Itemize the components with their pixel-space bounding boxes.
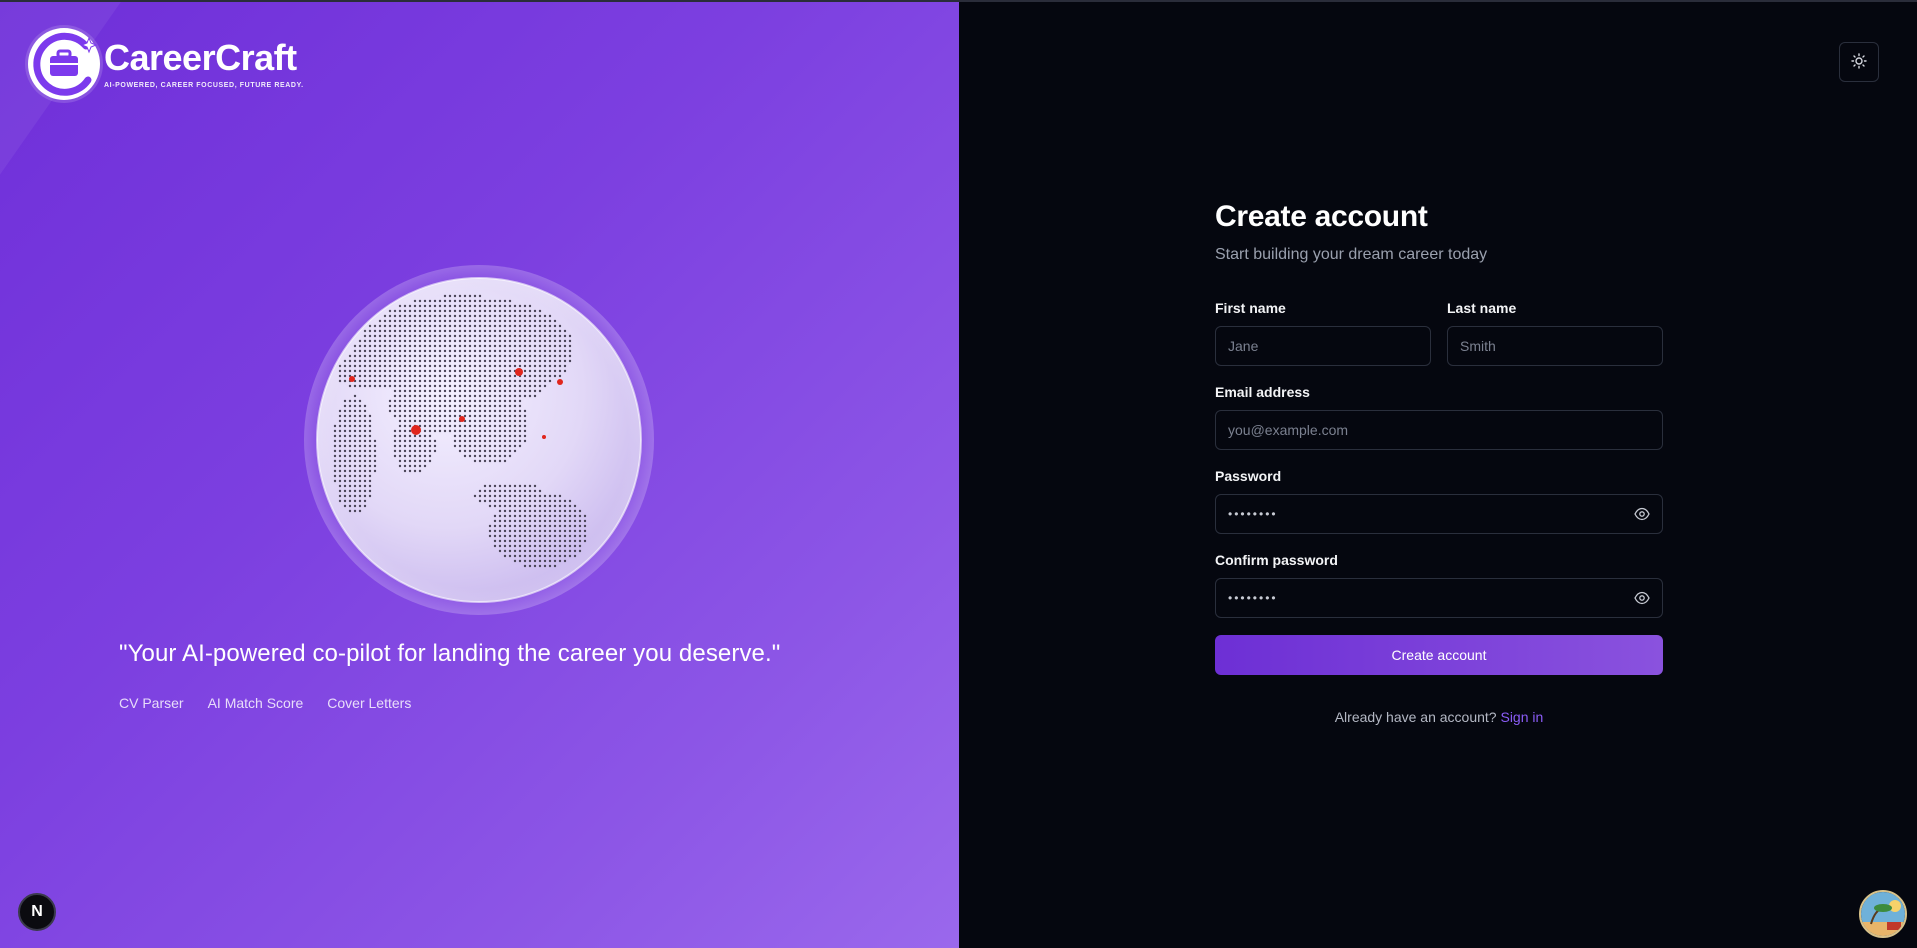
sun-icon [1851,52,1867,72]
first-name-group: First name Jane [1215,300,1431,366]
first-name-input[interactable]: Jane [1215,326,1431,366]
page-subtitle: Start building your dream career today [1215,246,1488,263]
signin-link[interactable]: Sign in [1500,709,1543,725]
eye-icon[interactable] [1634,591,1650,608]
email-input[interactable]: you@example.com [1215,410,1663,450]
email-group: Email address you@example.com [1215,384,1663,450]
briefcase-logo-icon [28,28,100,100]
page-title: Create account [1215,200,1428,233]
feature-item-ai-match-score: AI Match Score [207,695,304,711]
create-account-button[interactable]: Create account [1215,635,1663,675]
window-top-border [0,0,1917,2]
first-name-label: First name [1215,300,1286,316]
signin-prompt: Already have an account? Sign in [1215,709,1663,725]
confirm-password-value: •••••••• [1228,591,1278,605]
password-group: Password •••••••• [1215,468,1663,534]
feature-item-cv-parser: CV Parser [119,695,184,711]
last-name-label: Last name [1447,300,1517,316]
last-name-input[interactable]: Smith [1447,326,1663,366]
user-avatar[interactable] [1859,890,1907,938]
first-name-placeholder: Jane [1228,338,1259,354]
last-name-group: Last name Smith [1447,300,1663,366]
theme-toggle-button[interactable] [1839,42,1879,82]
password-input[interactable]: •••••••• [1215,494,1663,534]
feature-item-cover-letters: Cover Letters [327,695,412,711]
signup-form: Create account Start building your dream… [1215,200,1663,725]
brand-tagline: AI-POWERED, CAREER FOCUSED, FUTURE READY… [104,81,304,89]
email-placeholder: you@example.com [1228,422,1349,438]
password-label: Password [1215,468,1282,484]
dev-tools-badge[interactable]: N [18,893,56,931]
brand-logo[interactable]: CareerCraft AI-POWERED, CAREER FOCUSED, … [28,28,304,100]
email-label: Email address [1215,384,1310,400]
globe-illustration [304,265,654,615]
signin-prompt-text: Already have an account? [1334,709,1497,725]
last-name-placeholder: Smith [1460,338,1496,354]
hero-quote: "Your AI-powered co-pilot for landing th… [119,640,781,667]
confirm-password-group: Confirm password •••••••• [1215,552,1663,618]
brand-name: CareerCraft [104,36,297,78]
eye-icon[interactable] [1634,507,1650,524]
password-value: •••••••• [1228,507,1278,521]
feature-list: CV Parser AI Match Score Cover Letters [119,695,411,711]
hero-panel: CareerCraft AI-POWERED, CAREER FOCUSED, … [0,0,959,948]
confirm-password-label: Confirm password [1215,552,1338,568]
confirm-password-input[interactable]: •••••••• [1215,578,1663,618]
